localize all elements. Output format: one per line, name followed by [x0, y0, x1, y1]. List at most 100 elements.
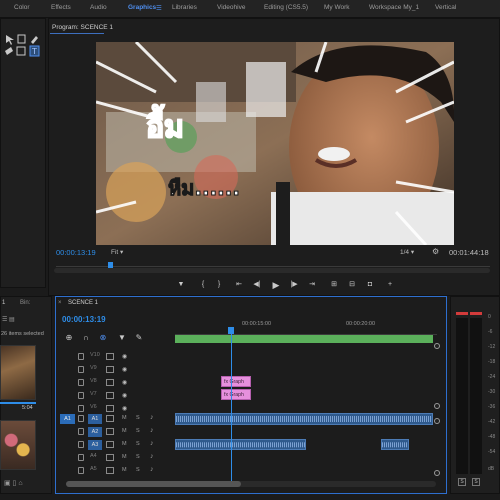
sync-lock-icon[interactable] — [106, 379, 114, 386]
list-view-icon[interactable]: ☰ ▤ — [2, 316, 15, 323]
track-header-v10[interactable]: V10 ◉ — [70, 352, 170, 362]
monitor-time-ruler[interactable] — [56, 261, 490, 267]
track-height-handle[interactable] — [434, 418, 440, 424]
monitor-zoom-scrollbar[interactable] — [54, 268, 490, 273]
eye-icon[interactable]: ◉ — [122, 392, 127, 399]
timeline-timecode[interactable]: 00:00:13:19 — [62, 315, 106, 324]
sync-lock-icon[interactable] — [106, 454, 114, 461]
lock-icon[interactable] — [78, 441, 84, 448]
step-back-icon[interactable]: ◀| — [251, 279, 263, 291]
microphone-icon[interactable]: ♪ — [150, 453, 154, 460]
timeline-settings-icon[interactable]: ✎ — [134, 333, 144, 343]
meter-solo-right-button[interactable]: S — [472, 478, 480, 486]
in-point-icon[interactable]: { — [197, 279, 209, 291]
microphone-icon[interactable]: ♪ — [150, 427, 154, 434]
lock-icon[interactable] — [78, 353, 84, 360]
go-to-in-icon[interactable]: ⇤ — [233, 279, 245, 291]
program-video-frame[interactable]: อื้ม หืม...... — [96, 42, 454, 245]
tab-audio[interactable]: Audio — [90, 4, 107, 11]
playback-resolution-select[interactable]: 1/4 ▾ — [400, 248, 414, 256]
tab-my-work[interactable]: My Work — [324, 4, 350, 11]
sync-lock-icon[interactable] — [106, 366, 114, 373]
audio-clip-a3[interactable] — [175, 439, 306, 450]
tab-libraries[interactable]: Libraries — [172, 4, 197, 11]
lock-icon[interactable] — [78, 405, 84, 412]
workspace-menu-icon[interactable]: ☰ — [156, 4, 162, 12]
track-height-handle[interactable] — [434, 470, 440, 476]
tab-vertical[interactable]: Vertical — [435, 4, 456, 11]
zoom-fit-select[interactable]: Fit ▾ — [111, 248, 123, 256]
go-to-out-icon[interactable]: ⇥ — [306, 279, 318, 291]
tab-videohive[interactable]: Videohive — [217, 4, 245, 11]
track-header-v9[interactable]: V9 ◉ — [70, 365, 170, 375]
add-marker-icon[interactable]: ▼ — [117, 333, 127, 343]
solo-button[interactable]: S — [136, 441, 140, 447]
lock-icon[interactable] — [78, 379, 84, 386]
new-item-icon[interactable]: ▣ ▯ ⌂ — [4, 479, 23, 487]
sync-lock-icon[interactable] — [106, 428, 114, 435]
microphone-icon[interactable]: ♪ — [150, 440, 154, 447]
sequence-tab[interactable]: SCENCE 1 — [68, 300, 98, 306]
settings-wrench-icon[interactable]: ⚙ — [432, 247, 439, 256]
project-clip-thumbnail[interactable] — [0, 420, 36, 470]
lock-icon[interactable] — [78, 467, 84, 474]
work-area-bar[interactable] — [175, 335, 433, 343]
solo-button[interactable]: S — [136, 454, 140, 460]
mute-button[interactable]: M — [122, 428, 127, 434]
linked-selection-icon[interactable]: ⊗ — [98, 333, 108, 343]
out-point-icon[interactable]: } — [213, 279, 225, 291]
track-header-a2[interactable]: A2 M S ♪ — [70, 427, 170, 437]
audio-clip-a1[interactable] — [175, 413, 433, 425]
play-icon[interactable]: ▶ — [270, 279, 282, 291]
lock-icon[interactable] — [78, 366, 84, 373]
sync-lock-icon[interactable] — [106, 415, 114, 422]
microphone-icon[interactable]: ♪ — [150, 466, 154, 473]
audio-clip-a3[interactable] — [381, 439, 409, 450]
tab-color[interactable]: Color — [14, 4, 30, 11]
track-name[interactable]: A1 — [88, 414, 102, 424]
lock-icon[interactable] — [78, 415, 84, 422]
track-header-a5[interactable]: A5 M S ♪ — [70, 466, 170, 476]
graphic-clip[interactable]: fx Graph — [221, 376, 251, 387]
nest-icon[interactable]: ⊕ — [64, 333, 74, 343]
solo-button[interactable]: S — [136, 415, 140, 421]
sync-lock-icon[interactable] — [106, 467, 114, 474]
add-button-icon[interactable]: + — [384, 279, 396, 291]
timeline-playhead[interactable] — [230, 334, 232, 484]
tab-editing[interactable]: Editing (CS5.5) — [264, 4, 308, 11]
bin-tab[interactable]: Bin: — [20, 300, 30, 306]
insert-icon[interactable]: ⊞ — [328, 279, 340, 291]
track-header-a4[interactable]: A4 M S ♪ — [70, 453, 170, 463]
eye-icon[interactable]: ◉ — [122, 405, 127, 412]
project-tab[interactable]: 1 — [2, 300, 5, 306]
track-header-a3[interactable]: A3 M S ♪ — [70, 440, 170, 450]
tools-icons[interactable]: T — [3, 33, 43, 57]
sync-lock-icon[interactable] — [106, 353, 114, 360]
eye-icon[interactable]: ◉ — [122, 353, 127, 360]
sync-lock-icon[interactable] — [106, 441, 114, 448]
track-header-v8[interactable]: V8 ◉ — [70, 378, 170, 388]
close-icon[interactable]: × — [58, 300, 62, 306]
mute-button[interactable]: M — [122, 415, 127, 421]
project-clip-thumbnail[interactable] — [0, 345, 36, 400]
track-header-v6[interactable]: V6 ◉ — [70, 404, 170, 414]
track-header-a1[interactable]: A1 M S ♪ — [70, 414, 170, 424]
snap-icon[interactable]: ∩ — [81, 333, 91, 343]
microphone-icon[interactable]: ♪ — [150, 414, 154, 421]
tab-effects[interactable]: Effects — [51, 4, 71, 11]
mute-button[interactable]: M — [122, 467, 127, 473]
lock-icon[interactable] — [78, 428, 84, 435]
track-name[interactable]: A2 — [88, 427, 102, 437]
step-forward-icon[interactable]: |▶ — [288, 279, 300, 291]
tab-workspace-my-1[interactable]: Workspace My_1 — [369, 4, 419, 11]
timeline-playhead-handle[interactable] — [228, 327, 234, 334]
meter-solo-left-button[interactable]: S — [458, 478, 466, 486]
lock-icon[interactable] — [78, 392, 84, 399]
solo-button[interactable]: S — [136, 467, 140, 473]
track-height-handle[interactable] — [434, 343, 440, 349]
tab-graphics[interactable]: Graphics — [128, 4, 156, 11]
graphic-clip[interactable]: fx Graph — [221, 389, 251, 400]
timeline-scroll-thumb[interactable] — [66, 481, 241, 487]
sync-lock-icon[interactable] — [106, 392, 114, 399]
eye-icon[interactable]: ◉ — [122, 379, 127, 386]
